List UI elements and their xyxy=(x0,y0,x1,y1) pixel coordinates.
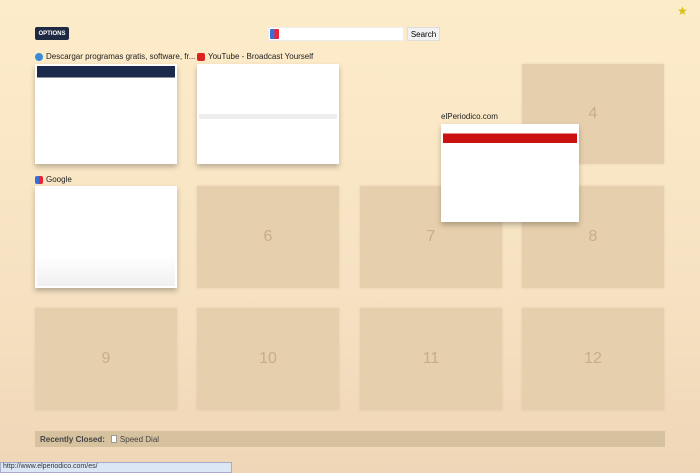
thumbnail xyxy=(199,66,337,162)
search-button[interactable]: Search xyxy=(407,27,440,41)
tile-title: Descargar programas gratis, software, fr… xyxy=(46,52,196,61)
recently-closed-item[interactable]: Speed Dial xyxy=(110,434,160,444)
speed-dial-tile-6[interactable]: 6 xyxy=(197,186,339,288)
speed-dial-tile-10[interactable]: 10 xyxy=(197,308,339,410)
youtube-icon xyxy=(197,52,205,61)
google-icon xyxy=(35,175,43,184)
recently-closed-label: Recently Closed: xyxy=(40,434,105,444)
tile-label-2: YouTube - Broadcast Yourself xyxy=(197,52,313,61)
recently-closed-item-label: Speed Dial xyxy=(119,434,160,444)
thumbnail xyxy=(37,188,175,286)
star-icon[interactable]: ★ xyxy=(677,4,688,18)
search-input[interactable] xyxy=(268,27,404,41)
speed-dial-tile-12[interactable]: 12 xyxy=(522,308,664,410)
thumbnail xyxy=(37,66,175,162)
speed-dial-tile-1[interactable] xyxy=(35,64,177,164)
page-icon xyxy=(110,435,117,443)
dragging-tile[interactable] xyxy=(441,124,579,222)
status-bar: http://www.elperiodico.com/es/ xyxy=(0,462,232,473)
tile-label-1: Descargar programas gratis, software, fr… xyxy=(35,52,195,61)
tile-label-5: Google xyxy=(35,175,72,184)
softonic-icon xyxy=(35,52,43,61)
tile-title: YouTube - Broadcast Yourself xyxy=(208,52,314,61)
options-button[interactable]: OPTIONS xyxy=(35,27,69,40)
thumbnail xyxy=(443,126,577,220)
dragging-tile-label: elPeriodico.com xyxy=(441,112,498,121)
speed-dial-tile-11[interactable]: 11 xyxy=(360,308,502,410)
tile-title: Google xyxy=(46,175,72,184)
speed-dial-tile-9[interactable]: 9 xyxy=(35,308,177,410)
speed-dial-tile-2[interactable] xyxy=(197,64,339,164)
speed-dial-tile-5[interactable] xyxy=(35,186,177,288)
google-icon xyxy=(270,29,279,39)
recently-closed-bar: Recently Closed: Speed Dial xyxy=(35,431,665,447)
